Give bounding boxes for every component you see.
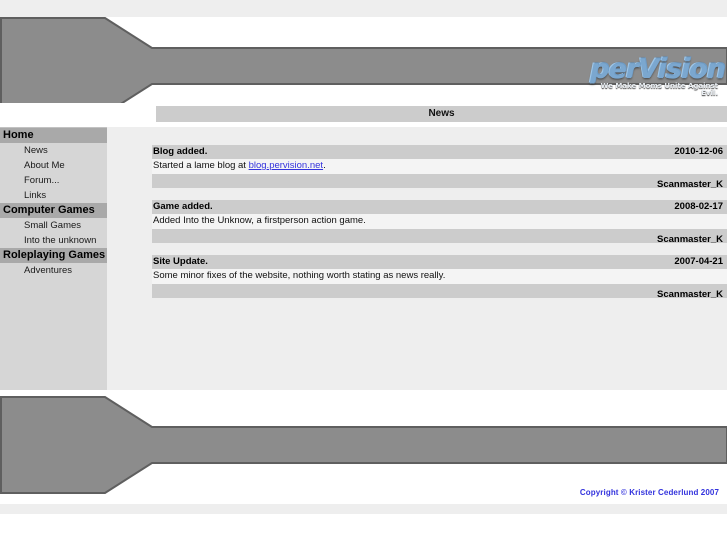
news-body-text-before: Started a lame blog at: [153, 160, 249, 171]
page-root: perVision We Make Moms Unite Against Evi…: [0, 0, 727, 545]
nav-group-header-roleplaying-games: Roleplaying Games: [0, 248, 107, 263]
news-item-header: Site Update. 2007-04-21: [152, 255, 727, 269]
news-body-text-after: .: [323, 160, 326, 171]
news-item-title: Game added.: [153, 201, 213, 212]
news-item-author: Scanmaster_K: [656, 234, 723, 245]
news-item-title: Site Update.: [153, 256, 208, 267]
sidebar-item-news[interactable]: News: [0, 143, 107, 158]
sidebar-item-about-me[interactable]: About Me: [0, 158, 107, 173]
nav-group-header-home: Home: [0, 128, 107, 143]
logo-wordmark: perVision: [590, 53, 726, 84]
sidebar-item-label: News: [24, 145, 48, 156]
bottom-spacer-strip: [0, 504, 727, 514]
sidebar-item-label: Into the unknown: [24, 235, 97, 246]
news-item-date: 2007-04-21: [674, 256, 723, 267]
sidebar-item-small-games[interactable]: Small Games: [0, 218, 107, 233]
bottom-white-area: [0, 514, 727, 545]
sidebar-item-links[interactable]: Links: [0, 188, 107, 203]
sidebar-item-label: Forum...: [24, 175, 60, 186]
news-item-footer: Scanmaster_K: [152, 174, 727, 190]
sidebar-item-adventures[interactable]: Adventures: [0, 263, 107, 278]
news-item-body: Some minor fixes of the website, nothing…: [152, 269, 727, 284]
sidebar-item-into-the-unknown[interactable]: Into the unknown: [0, 233, 107, 248]
news-item-footer: Scanmaster_K: [152, 229, 727, 245]
footer-copyright: Copyright © Krister Cederlund 2007: [579, 488, 719, 497]
header-banner: perVision We Make Moms Unite Against Evi…: [0, 17, 727, 103]
sidebar-item-label: Links: [24, 190, 47, 201]
logo-tagline: We Make Moms Unite Against Evil.: [600, 82, 718, 97]
news-item: Site Update. 2007-04-21 Some minor fixes…: [152, 255, 727, 300]
page-title: News: [155, 105, 727, 122]
sidebar-item-label: About Me: [24, 160, 65, 171]
news-item-footer: Scanmaster_K: [152, 284, 727, 300]
news-item: Blog added. 2010-12-06 Started a lame bl…: [152, 145, 727, 190]
sidebar-item-label: Small Games: [24, 220, 82, 231]
news-item-author: Scanmaster_K: [656, 179, 723, 190]
sidebar-item-forum[interactable]: Forum...: [0, 173, 107, 188]
news-item-date: 2008-02-17: [674, 201, 723, 212]
sidebar-navigation: Home News About Me Forum... Links Comput…: [0, 127, 107, 390]
top-spacer-strip: [0, 0, 727, 17]
news-item-header: Game added. 2008-02-17: [152, 200, 727, 214]
sidebar-item-label: Adventures: [24, 265, 73, 276]
nav-group-header-computer-games: Computer Games: [0, 203, 107, 218]
news-item-title: Blog added.: [153, 146, 208, 157]
news-item: Game added. 2008-02-17 Added Into the Un…: [152, 200, 727, 245]
news-list: Blog added. 2010-12-06 Started a lame bl…: [152, 145, 727, 310]
site-logo[interactable]: perVision We Make Moms Unite Against Evi…: [590, 53, 726, 97]
news-item-body: Started a lame blog at blog.pervision.ne…: [152, 159, 727, 174]
news-body-link[interactable]: blog.pervision.net: [249, 160, 323, 171]
news-item-body: Added Into the Unknow, a firstperson act…: [152, 214, 727, 229]
news-body-text-before: Some minor fixes of the website, nothing…: [153, 270, 446, 281]
news-body-text-before: Added Into the Unknow, a firstperson act…: [153, 215, 366, 226]
news-item-header: Blog added. 2010-12-06: [152, 145, 727, 159]
news-item-date: 2010-12-06: [674, 146, 723, 157]
news-item-author: Scanmaster_K: [656, 289, 723, 300]
